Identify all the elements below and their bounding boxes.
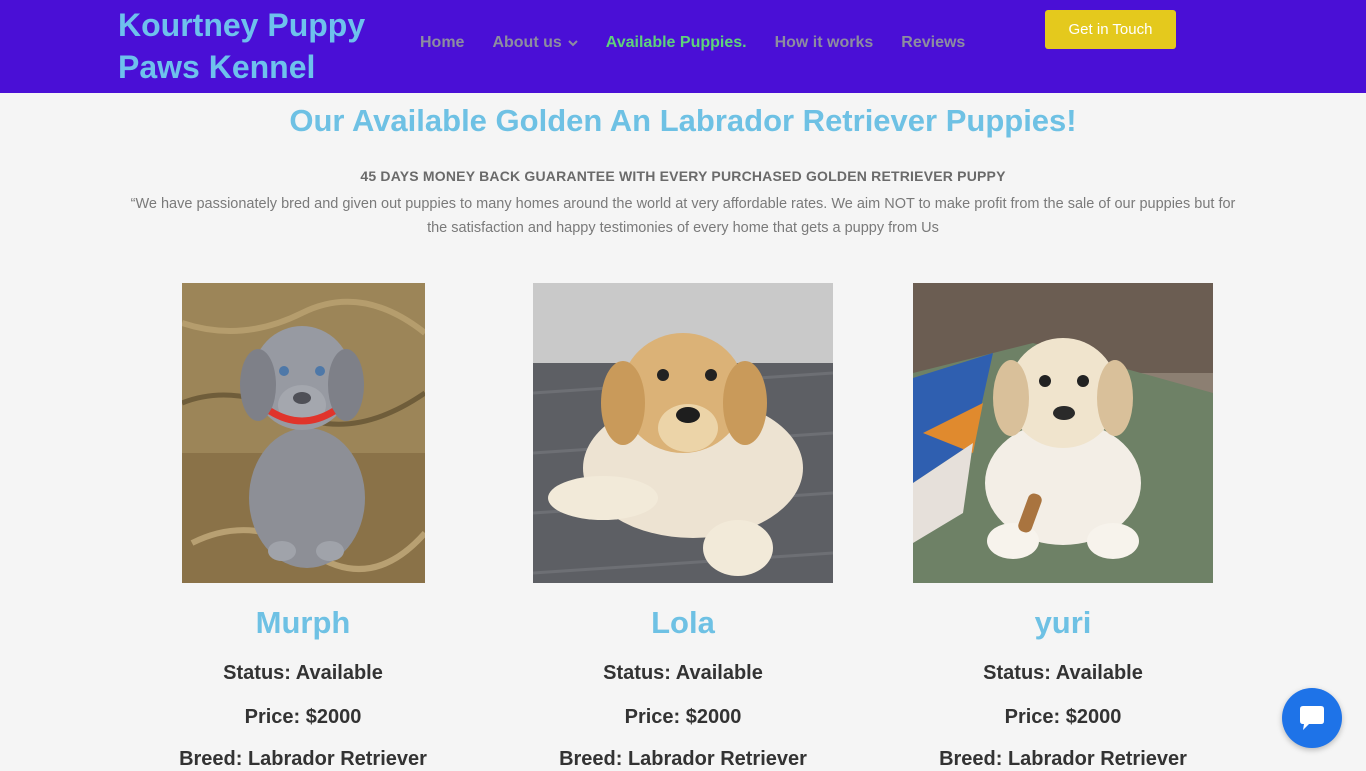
chat-bubble-icon — [1300, 706, 1324, 730]
puppy-status: Status: Available — [983, 662, 1143, 684]
puppy-name: yuri — [1034, 605, 1092, 640]
site-logo[interactable]: Kourtney Puppy Paws Kennel — [118, 4, 378, 88]
nav-about-us-label: About us — [492, 34, 562, 51]
nav-reviews[interactable]: Reviews — [901, 34, 965, 52]
puppy-price: Price: $2000 — [244, 706, 362, 728]
puppy-breed: Breed: Labrador Retriever — [939, 748, 1187, 770]
puppy-photo-lola[interactable] — [533, 283, 833, 583]
nav-about-us[interactable]: About us — [492, 34, 578, 52]
puppy-photo-murph[interactable] — [181, 283, 425, 583]
puppy-status: Status: Available — [603, 662, 763, 684]
puppy-photo-yuri[interactable] — [913, 283, 1213, 583]
site-header: Kourtney Puppy Paws Kennel Home About us… — [0, 0, 1366, 93]
main-nav: Home About us Available Puppies. How it … — [420, 34, 993, 52]
nav-how-it-works[interactable]: How it works — [775, 34, 874, 52]
puppy-name: Murph — [255, 605, 351, 640]
chevron-down-icon — [568, 40, 578, 47]
puppy-price: Price: $2000 — [1004, 706, 1122, 728]
puppy-card: yuri Status: Available Price: $2000 Bree… — [873, 283, 1253, 771]
nav-home[interactable]: Home — [420, 34, 464, 52]
get-in-touch-button[interactable]: Get in Touch — [1045, 10, 1176, 49]
chat-widget-button[interactable] — [1282, 688, 1342, 748]
page-title: Our Available Golden An Labrador Retriev… — [289, 103, 1077, 138]
puppy-name: Lola — [651, 605, 715, 640]
mission-text: “We have passionately bred and given out… — [130, 196, 1236, 236]
puppy-breed: Breed: Labrador Retriever — [179, 748, 427, 770]
puppy-status: Status: Available — [223, 662, 383, 684]
puppy-card: Lola Status: Available Price: $2000 Bree… — [493, 283, 873, 771]
guarantee-text: 45 DAYS MONEY BACK GUARANTEE WITH EVERY … — [360, 168, 1006, 184]
puppy-price: Price: $2000 — [624, 706, 742, 728]
puppy-card: Murph Status: Available Price: $2000 Bre… — [113, 283, 493, 771]
nav-available-puppies[interactable]: Available Puppies. — [606, 34, 747, 52]
puppy-breed: Breed: Labrador Retriever — [559, 748, 807, 770]
